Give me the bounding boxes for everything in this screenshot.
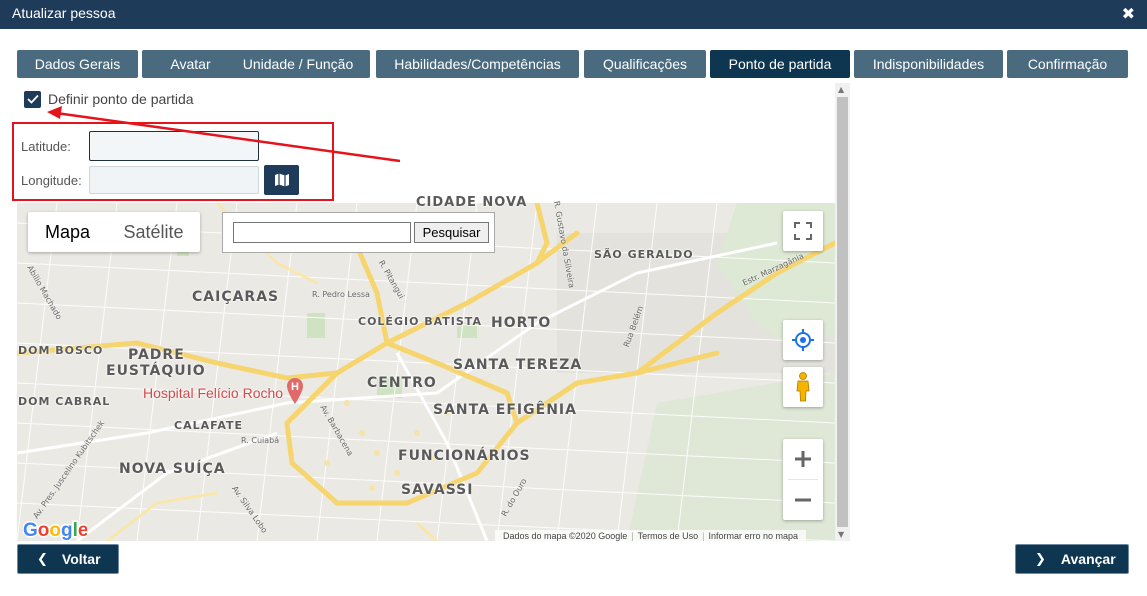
google-wordmark: Google — [22, 519, 90, 543]
plus-icon — [795, 451, 811, 467]
svg-text:H: H — [291, 381, 299, 393]
tab-qualificacoes[interactable]: Qualificações — [584, 50, 706, 78]
latitude-label: Latitude: — [21, 139, 71, 154]
close-icon[interactable]: ✖ — [1122, 4, 1135, 23]
open-map-button[interactable] — [264, 165, 299, 195]
tab-habilidades[interactable]: Habilidades/Competências — [376, 50, 579, 78]
map-label-cidade-nova: CIDADE NOVA — [416, 195, 528, 210]
my-location-button[interactable] — [783, 320, 823, 360]
pegman-icon — [796, 372, 810, 402]
dialog-titlebar: Atualizar pessoa ✖ — [0, 0, 1147, 29]
back-button[interactable]: ❮ Voltar — [17, 544, 119, 574]
map-label-funcionarios: FUNCIONÁRIOS — [398, 448, 531, 464]
tab-indisponibilidades[interactable]: Indisponibilidades — [854, 50, 1003, 78]
street-view-pegman[interactable] — [783, 367, 823, 407]
map-attribution: Dados do mapa ©2020 Google | Termos de U… — [495, 530, 806, 541]
map-label-padre: PADRE — [128, 347, 185, 363]
next-button-label: Avançar — [1060, 551, 1116, 567]
chevron-left-icon: ❮ — [37, 551, 48, 567]
map-type-control: Mapa Satélite — [28, 212, 200, 252]
scroll-down-icon[interactable]: ▼ — [838, 530, 844, 539]
define-start-point-checkbox[interactable] — [24, 90, 41, 108]
map-label-calafate: CALAFATE — [174, 419, 244, 432]
google-logo: Google — [22, 519, 90, 547]
report-error-link[interactable]: Informar erro no mapa — [708, 531, 798, 541]
map-label-dom-cabral: DOM CABRAL — [18, 395, 111, 408]
street-label-cuiaba: R. Cuiabá — [241, 436, 280, 445]
scroll-thumb[interactable] — [837, 97, 848, 527]
check-icon — [26, 94, 39, 104]
content-scrollbar[interactable]: ▲ ▼ — [835, 83, 850, 541]
map-label-eustaquio: EUSTÁQUIO — [106, 363, 206, 379]
map-search-input[interactable] — [233, 222, 411, 243]
chevron-right-icon: ❯ — [1035, 551, 1046, 567]
fullscreen-icon — [794, 222, 812, 240]
tab-ponto-de-partida[interactable]: Ponto de partida — [710, 50, 850, 78]
longitude-input[interactable] — [89, 166, 259, 194]
map-poi-hospital[interactable]: Hospital Felício Rocho — [143, 385, 283, 401]
map-label-centro: CENTRO — [367, 375, 437, 391]
map-icon — [274, 173, 289, 187]
scroll-up-icon[interactable]: ▲ — [838, 85, 844, 94]
map-label-caicaras: CAIÇARAS — [192, 289, 280, 305]
zoom-control — [783, 439, 823, 520]
zoom-out-button[interactable] — [783, 480, 823, 520]
map-label-santa-tereza: SANTA TEREZA — [453, 357, 583, 373]
map-label-nova-suica: NOVA SUÍÇA — [119, 461, 226, 477]
map-search-box: Pesquisar — [222, 212, 495, 253]
longitude-label: Longitude: — [21, 173, 82, 188]
minus-icon — [795, 498, 811, 502]
dialog-title: Atualizar pessoa — [12, 5, 116, 21]
map-type-map-button[interactable]: Mapa — [28, 212, 107, 252]
map-label-sao-geraldo: SÃO GERALDO — [594, 248, 694, 261]
map-label-horto: HORTO — [491, 315, 552, 331]
next-button[interactable]: ❯ Avançar — [1015, 544, 1129, 574]
map-type-satellite-button[interactable]: Satélite — [107, 212, 200, 252]
tab-unidade-funcao[interactable]: Unidade / Função — [226, 50, 370, 78]
crosshair-icon — [792, 329, 814, 351]
define-start-point-row: Definir ponto de partida — [24, 90, 194, 108]
street-label-pedro-lessa: R. Pedro Lessa — [312, 290, 370, 299]
map-label-colegio-batista: COLÉGIO BATISTA — [358, 315, 482, 328]
define-start-point-label: Definir ponto de partida — [48, 91, 194, 107]
tab-avatar[interactable]: Avatar — [142, 50, 239, 78]
map-data-credit: Dados do mapa ©2020 Google — [503, 530, 628, 541]
back-button-label: Voltar — [61, 551, 101, 567]
map-label-santa-efigenia: SANTA EFIGÊNIA — [433, 402, 577, 418]
map-label-savassi: SAVASSI — [401, 482, 474, 498]
zoom-in-button[interactable] — [783, 439, 823, 479]
svg-text:Google: Google — [23, 520, 87, 541]
map-search-button[interactable]: Pesquisar — [414, 222, 489, 243]
terms-link[interactable]: Termos de Uso — [638, 531, 699, 541]
hospital-pin-icon[interactable]: H — [287, 378, 303, 404]
latitude-input[interactable] — [89, 131, 259, 161]
map-label-dom-bosco: DOM BOSCO — [18, 344, 104, 357]
tab-confirmacao[interactable]: Confirmação — [1007, 50, 1128, 78]
fullscreen-button[interactable] — [783, 211, 823, 251]
tab-dados-gerais[interactable]: Dados Gerais — [17, 50, 138, 78]
